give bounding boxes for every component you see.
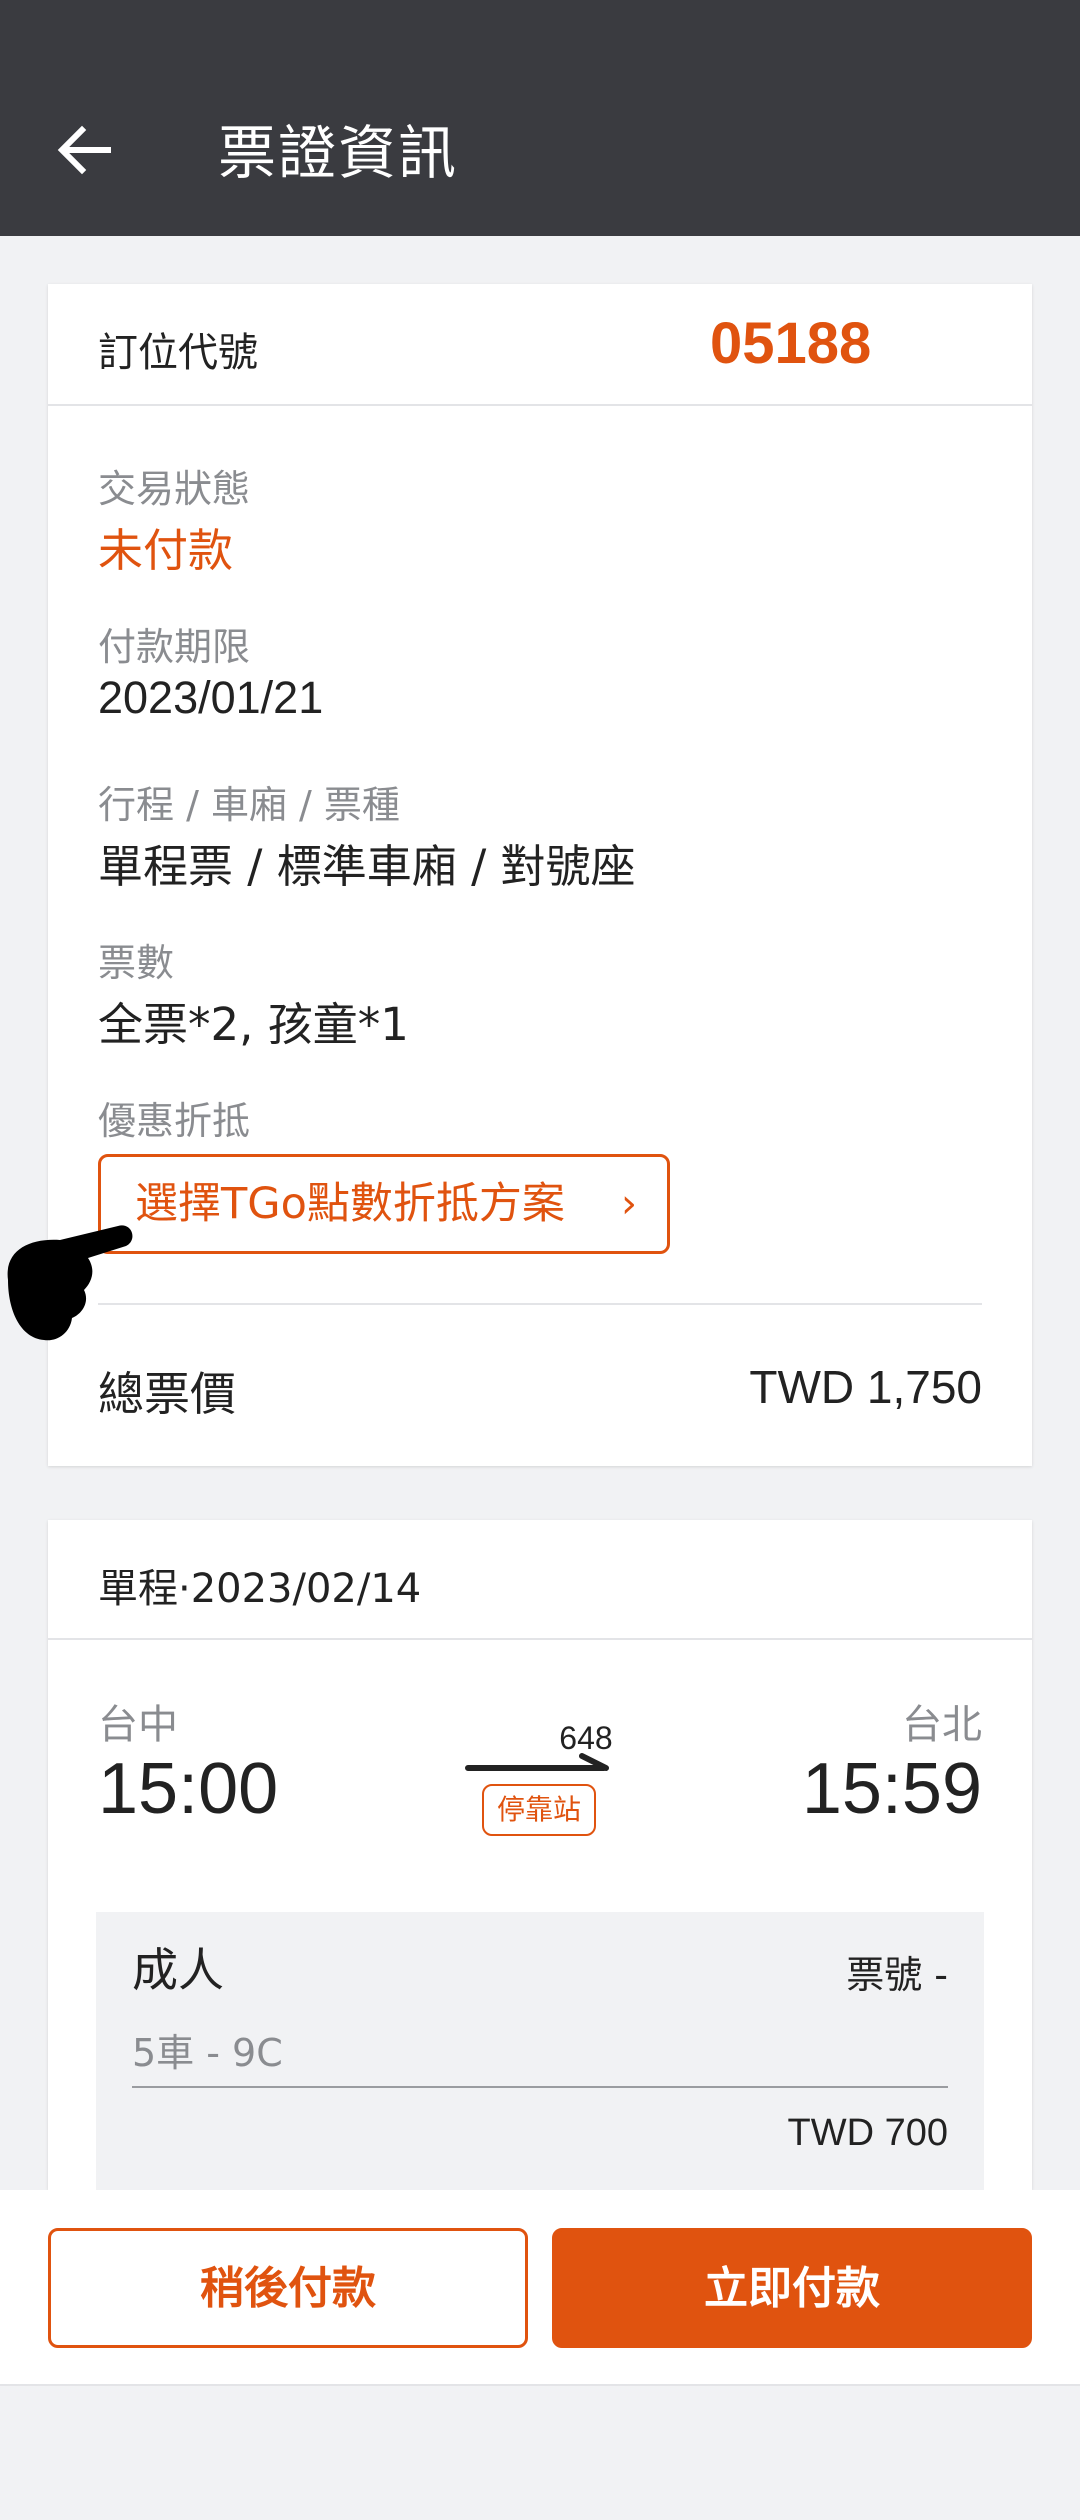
- destination-station: 台北: [902, 1702, 982, 1748]
- tgo-discount-button[interactable]: 選擇TGo點數折抵方案 ›: [98, 1154, 670, 1254]
- status-label: 交易狀態: [98, 467, 251, 511]
- trip-date: 單程·2023/02/14: [98, 1566, 422, 1612]
- origin-station: 台中: [98, 1702, 178, 1748]
- trip-header: 單程·2023/02/14: [48, 1520, 1032, 1640]
- stops-badge[interactable]: 停靠站: [482, 1784, 596, 1836]
- passenger-type: 成人: [132, 1943, 224, 1997]
- deadline-value: 2023/01/21: [98, 672, 324, 723]
- pointing-hand-icon: [7, 1225, 133, 1341]
- deadline-label: 付款期限: [98, 625, 251, 669]
- booking-code-row: 訂位代號 05188: [48, 284, 1032, 406]
- ticket-price: TWD 700: [787, 2112, 948, 2154]
- departure-time: 15:00: [98, 1749, 279, 1829]
- app-bar: 票證資訊: [0, 0, 1080, 236]
- discount-label: 優惠折抵: [98, 1099, 251, 1143]
- trip-card: 單程·2023/02/14 台中 15:00 648 停靠站 台北 15:59 …: [48, 1520, 1032, 2190]
- pay-now-button[interactable]: 立即付款: [552, 2228, 1032, 2348]
- arrow-right-icon: [465, 1753, 609, 1771]
- total-price-value: TWD 1,750: [749, 1361, 982, 1413]
- arrow-left-icon[interactable]: [52, 118, 116, 182]
- status-value: 未付款: [98, 524, 234, 577]
- divider: [98, 1303, 982, 1305]
- booking-code-label: 訂位代號: [98, 330, 258, 376]
- itinerary-label: 行程 / 車廂 / 票種: [98, 783, 400, 827]
- total-price-label: 總票價: [98, 1367, 236, 1421]
- booking-code: 05188: [710, 311, 872, 376]
- action-bar: 稍後付款 立即付款: [0, 2190, 1080, 2386]
- seat-info: 5車 - 9C: [132, 2031, 283, 2075]
- page-title: 票證資訊: [218, 119, 459, 187]
- passenger-ticket: 成人 票號 - 5車 - 9C TWD 700: [96, 1912, 984, 2190]
- tickets-value: 全票*2, 孩童*1: [98, 998, 409, 1051]
- tickets-label: 票數: [98, 941, 175, 985]
- chevron-right-icon: ›: [621, 1181, 637, 1227]
- arrival-time: 15:59: [801, 1749, 982, 1829]
- booking-card: 訂位代號 05188 交易狀態 未付款 付款期限 2023/01/21 行程 /…: [48, 284, 1032, 1466]
- ticket-number: 票號 -: [846, 1953, 948, 1997]
- tgo-discount-button-label: 選擇TGo點數折抵方案: [135, 1179, 565, 1229]
- pay-later-button[interactable]: 稍後付款: [48, 2228, 528, 2348]
- itinerary-value: 單程票 / 標準車廂 / 對號座: [98, 840, 636, 893]
- divider: [132, 2086, 948, 2088]
